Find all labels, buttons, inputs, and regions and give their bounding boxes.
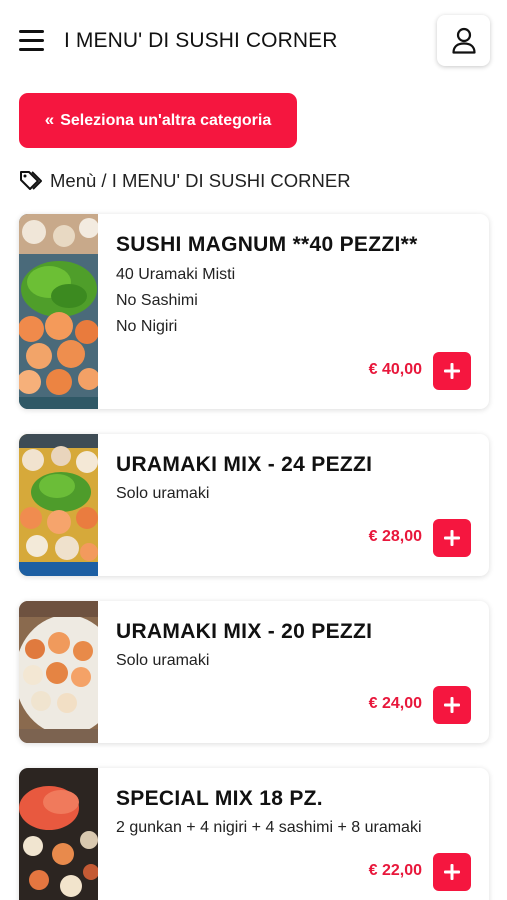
user-account-button[interactable]: [437, 15, 490, 66]
product-card[interactable]: URAMAKI MIX - 20 PEZZI Solo uramaki € 24…: [19, 601, 489, 743]
select-category-button[interactable]: « Seleziona un'altra categoria: [19, 93, 297, 148]
menu-icon[interactable]: [19, 30, 44, 52]
product-image: [19, 434, 98, 576]
product-description-line: 2 gunkan + 4 nigiri + 4 sashimi + 8 uram…: [116, 819, 422, 836]
product-price: € 24,00: [368, 695, 422, 712]
breadcrumb: Menù / I MENU' DI SUSHI CORNER: [19, 170, 351, 192]
product-name: SPECIAL MIX 18 PZ.: [116, 787, 323, 810]
plus-icon: [444, 697, 460, 713]
product-name: URAMAKI MIX - 20 PEZZI: [116, 620, 373, 643]
product-image: [19, 768, 98, 900]
add-to-cart-button[interactable]: [433, 519, 471, 557]
product-price: € 28,00: [368, 528, 422, 545]
product-description-line: Solo uramaki: [116, 652, 210, 669]
product-name: SUSHI MAGNUM **40 PEZZI**: [116, 233, 418, 256]
product-description-line: No Sashimi: [116, 292, 198, 309]
product-image: [19, 601, 98, 743]
select-category-label: Seleziona un'altra categoria: [60, 111, 272, 129]
page-title: I MENU' DI SUSHI CORNER: [64, 29, 338, 52]
plus-icon: [444, 864, 460, 880]
chevrons-left-icon: «: [44, 110, 55, 129]
product-card[interactable]: SPECIAL MIX 18 PZ. 2 gunkan + 4 nigiri +…: [19, 768, 489, 900]
add-to-cart-button[interactable]: [433, 853, 471, 891]
product-description-line: No Nigiri: [116, 318, 178, 335]
product-image: [19, 214, 98, 409]
user-icon: [451, 27, 476, 54]
product-description-line: Solo uramaki: [116, 485, 210, 502]
product-price: € 40,00: [368, 361, 422, 378]
tags-icon: [20, 171, 42, 190]
plus-icon: [444, 363, 460, 379]
product-card[interactable]: URAMAKI MIX - 24 PEZZI Solo uramaki € 28…: [19, 434, 489, 576]
product-description-line: 40 Uramaki Misti: [116, 266, 236, 283]
top-bar: I MENU' DI SUSHI CORNER: [0, 0, 507, 82]
breadcrumb-text: Menù / I MENU' DI SUSHI CORNER: [50, 170, 351, 191]
product-name: URAMAKI MIX - 24 PEZZI: [116, 453, 373, 476]
add-to-cart-button[interactable]: [433, 686, 471, 724]
product-card[interactable]: SUSHI MAGNUM **40 PEZZI** 40 Uramaki Mis…: [19, 214, 489, 409]
add-to-cart-button[interactable]: [433, 352, 471, 390]
plus-icon: [444, 530, 460, 546]
product-price: € 22,00: [368, 862, 422, 879]
